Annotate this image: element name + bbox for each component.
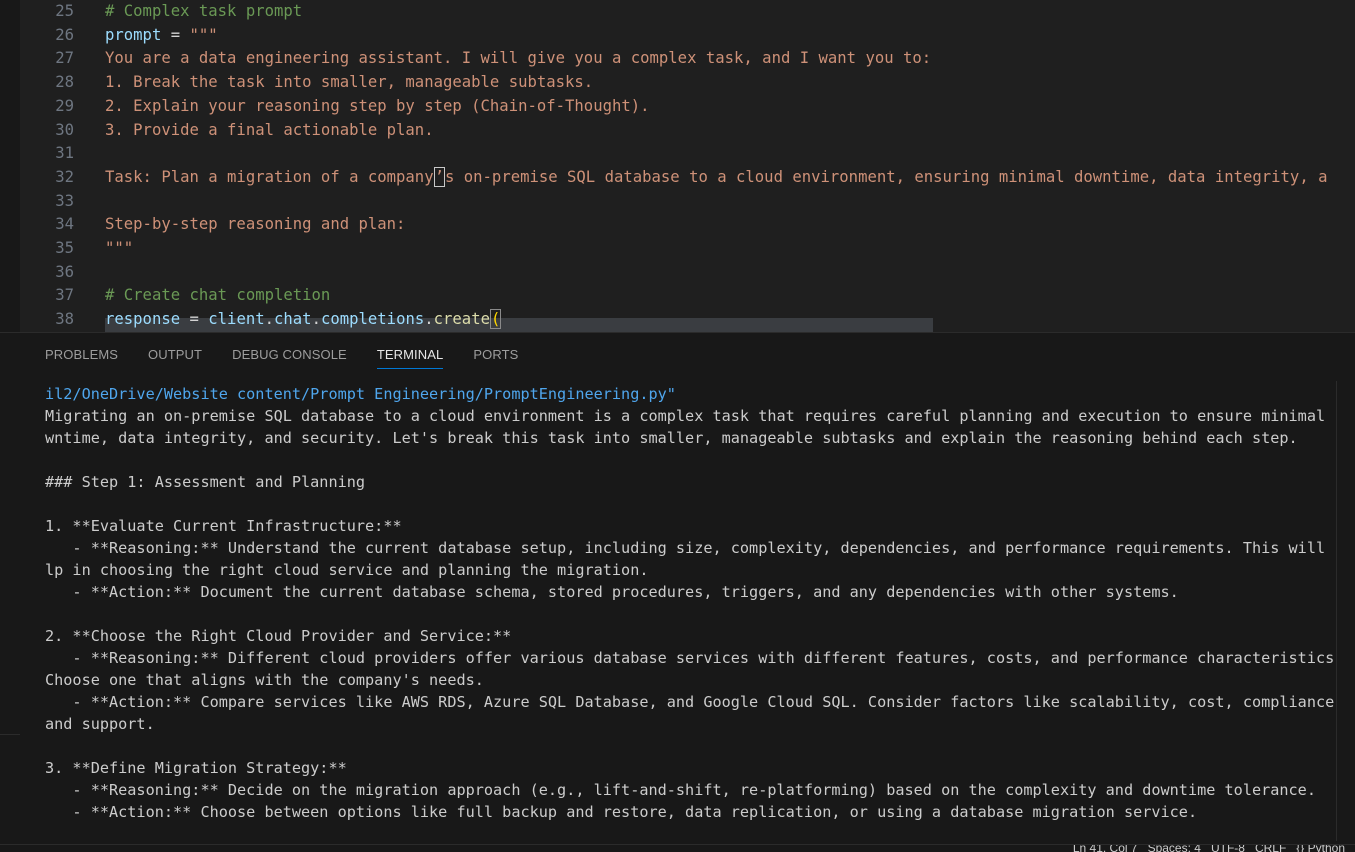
terminal-line: and support. <box>45 715 155 733</box>
code-line: 38 response = client.chat.completions.cre… <box>0 307 1355 331</box>
code-token: ’ <box>433 166 445 187</box>
code-text: """ <box>105 236 133 260</box>
terminal-line: - **Action:** Choose between options lik… <box>45 803 1198 821</box>
code-line: 34 Step-by-step reasoning and plan: <box>0 212 1355 236</box>
line-number: 25 <box>55 2 74 20</box>
code-token: response <box>105 310 181 329</box>
code-text: 3. Provide a final actionable plan. <box>105 118 434 142</box>
code-line: 29 2. Explain your reasoning step by step… <box>0 94 1355 118</box>
code-token: # Complex task prompt <box>105 2 303 20</box>
code-token: Task: Plan a migration of a company <box>105 167 434 186</box>
code-token: = <box>180 310 209 329</box>
bottom-panel: PROBLEMS OUTPUT DEBUG CONSOLE TERMINAL P… <box>0 332 1355 845</box>
code-text: Step-by-step reasoning and plan: <box>105 212 405 236</box>
line-number: 26 <box>55 25 74 44</box>
line-number: 30 <box>55 120 74 139</box>
terminal-output[interactable]: il2/OneDrive/Website content/Prompt Engi… <box>45 383 1335 843</box>
code-token: Step-by-step reasoning and plan: <box>105 215 406 234</box>
code-token: 1. Break the task into smaller, manageab… <box>105 73 594 92</box>
code-line: 26 prompt = """ <box>0 23 1355 47</box>
code-token: . <box>424 310 434 329</box>
code-text: # Create chat completion <box>105 283 330 307</box>
panel-tabs: PROBLEMS OUTPUT DEBUG CONSOLE TERMINAL P… <box>45 333 548 377</box>
code-line: 32 Task: Plan a migration of a company’s … <box>0 165 1355 189</box>
code-line: 28 1. Break the task into smaller, manage… <box>0 70 1355 94</box>
line-number: 29 <box>55 96 74 115</box>
terminal-line: - **Reasoning:** Different cloud provide… <box>45 649 1335 667</box>
terminal-line: ### Step 1: Assessment and Planning <box>45 473 366 491</box>
terminal-line: wntime, data integrity, and security. Le… <box>45 429 1298 447</box>
line-number: 36 <box>55 262 74 281</box>
code-token: create <box>433 310 490 329</box>
divider <box>0 734 20 735</box>
code-text: # Complex task prompt <box>105 0 302 23</box>
code-text: 2. Explain your reasoning step by step (… <box>105 94 650 118</box>
code-token: . <box>311 310 321 329</box>
status-bar: Ln 41, Col 7 Spaces: 4 UTF-8 CRLF {} Pyt… <box>0 844 1355 852</box>
terminal-line: 1. **Evaluate Current Infrastructure:** <box>45 517 402 535</box>
status-bar-text: Ln 41, Col 7 Spaces: 4 UTF-8 CRLF {} Pyt… <box>1072 844 1345 852</box>
code-line: 37 # Create chat completion <box>0 283 1355 307</box>
terminal-line: - **Action:** Compare services like AWS … <box>45 693 1335 711</box>
code-text: response = client.chat.completions.creat… <box>105 307 502 331</box>
code-token: client <box>208 310 265 329</box>
tab-terminal[interactable]: TERMINAL <box>376 333 444 377</box>
line-number: 28 <box>55 73 74 92</box>
code-text: You are a data engineering assistant. I … <box>105 46 931 70</box>
tab-ports[interactable]: PORTS <box>473 333 518 377</box>
line-number: 32 <box>55 167 74 186</box>
code-editor[interactable]: 25 # Complex task prompt 26 prompt = """ 27 Y… <box>0 0 1355 332</box>
code-token: # Create chat completion <box>105 286 331 305</box>
line-number: 31 <box>55 144 74 163</box>
code-text: Task: Plan a migration of a company’s on… <box>105 165 1327 189</box>
code-token: = <box>161 25 190 44</box>
vscode-window: 25 # Complex task prompt 26 prompt = """ 27 Y… <box>0 0 1355 852</box>
code-token: 2. Explain your reasoning step by step (… <box>105 96 650 115</box>
code-token: You are a data engineering assistant. I … <box>105 49 932 68</box>
panel-left-strip <box>0 333 20 845</box>
tab-problems[interactable]: PROBLEMS <box>45 333 118 377</box>
terminal-line: - **Reasoning:** Understand the current … <box>45 539 1335 557</box>
terminal-line: 2. **Choose the Right Cloud Provider and… <box>45 627 512 645</box>
code-token: chat <box>274 310 312 329</box>
terminal-line: Choose one that aligns with the company'… <box>45 671 484 689</box>
line-number: 37 <box>55 286 74 305</box>
code-line: 33 <box>0 189 1355 213</box>
code-token: 3. Provide a final actionable plan. <box>105 120 434 139</box>
code-text: 1. Break the task into smaller, manageab… <box>105 70 593 94</box>
line-number: 35 <box>55 239 74 257</box>
tab-output[interactable]: OUTPUT <box>148 333 202 377</box>
code-token: s on-premise SQL database to a cloud env… <box>444 167 1328 186</box>
code-token: """ <box>105 239 134 257</box>
terminal-line: il2/OneDrive/Website content/Prompt Engi… <box>45 385 676 403</box>
line-number: 34 <box>55 215 74 234</box>
terminal-line: lp in choosing the right cloud service a… <box>45 561 649 579</box>
code-token: prompt <box>105 25 162 44</box>
code-token: ( <box>489 309 502 330</box>
terminal-scrollbar[interactable] <box>1336 381 1355 841</box>
code-line: 35 """ <box>0 236 1355 260</box>
code-line: 36 <box>0 260 1355 284</box>
tab-debug-console[interactable]: DEBUG CONSOLE <box>232 333 347 377</box>
terminal-line: - **Reasoning:** Decide on the migration… <box>45 781 1316 799</box>
line-number: 27 <box>55 49 74 68</box>
line-number: 38 <box>55 310 74 329</box>
terminal-line: Migrating an on-premise SQL database to … <box>45 407 1335 425</box>
code-line: 25 # Complex task prompt <box>0 0 1355 23</box>
terminal-line: 3. **Define Migration Strategy:** <box>45 759 347 777</box>
code-line: 31 <box>0 141 1355 165</box>
code-token: completions <box>320 310 425 329</box>
terminal-line: - **Action:** Document the current datab… <box>45 583 1179 601</box>
code-token: . <box>264 310 275 329</box>
code-line: 27 You are a data engineering assistant. … <box>0 46 1355 70</box>
code-text: prompt = """ <box>105 23 218 47</box>
code-line: 30 3. Provide a final actionable plan. <box>0 118 1355 142</box>
line-number: 33 <box>55 191 74 210</box>
code-token: """ <box>189 25 218 44</box>
